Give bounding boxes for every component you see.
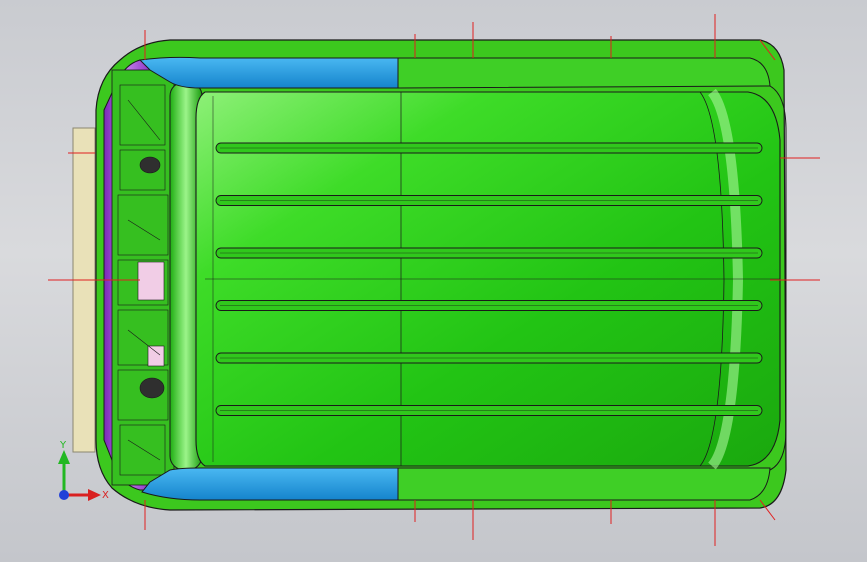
y-axis-label: Y — [59, 440, 67, 451]
z-axis-dot — [59, 490, 69, 500]
x-axis-arrow — [88, 489, 101, 501]
side-rail-top-green — [397, 57, 771, 89]
vehicle-roof-model[interactable] — [0, 0, 867, 562]
side-rail-top-blue — [138, 56, 399, 89]
side-rail-bottom-green — [397, 467, 771, 501]
cad-graphics-viewport[interactable]: Y X — [0, 0, 867, 562]
side-rail-bottom-blue — [141, 467, 399, 501]
y-axis-arrow — [58, 450, 70, 464]
x-axis-label: X — [102, 490, 109, 501]
front-pad — [72, 127, 96, 453]
coordinate-triad: Y X — [58, 440, 109, 501]
